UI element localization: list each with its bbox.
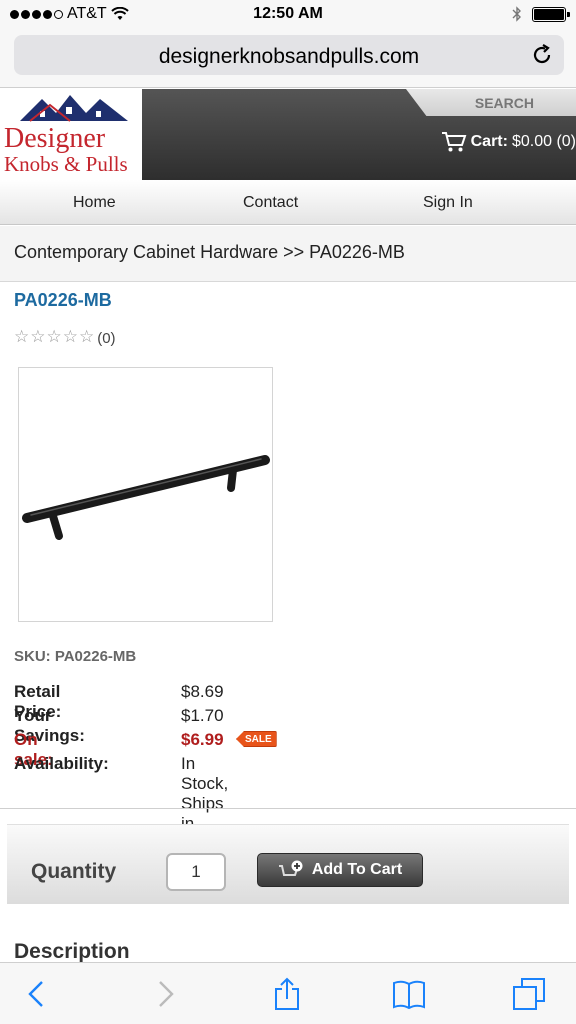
cart-label: Cart:: [470, 133, 508, 150]
nav-item-home[interactable]: Home: [73, 194, 116, 212]
nav-item-contact[interactable]: Contact: [243, 194, 298, 212]
reload-icon[interactable]: [530, 43, 554, 67]
product-rating[interactable]: ☆☆☆☆☆ (0): [14, 326, 116, 348]
battery-icon: [532, 6, 570, 22]
bar-pull-image: [22, 455, 270, 540]
cart-link[interactable]: Cart: $0.00 (0): [441, 131, 576, 153]
status-bar: AT&T 12:50 AM: [0, 0, 576, 30]
cart-value: $0.00 (0): [511, 133, 576, 150]
share-icon[interactable]: [270, 977, 304, 1011]
nav-item-sign-in[interactable]: Sign In: [423, 194, 473, 212]
browser-toolbar: [0, 962, 576, 1024]
rating-stars-icon: ☆☆☆☆☆: [14, 326, 96, 346]
logo-text-designer: Designer: [4, 123, 106, 154]
bookmarks-icon[interactable]: [392, 977, 426, 1011]
main-nav: Home Contact Sign In: [0, 180, 576, 225]
cart-icon: [441, 132, 466, 152]
sku-line: SKU: PA0226-MB: [14, 648, 137, 665]
forward-icon[interactable]: [148, 977, 182, 1011]
back-icon[interactable]: [20, 977, 54, 1011]
breadcrumb[interactable]: Contemporary Cabinet Hardware >> PA0226-…: [0, 226, 576, 282]
product-title: PA0226-MB: [14, 290, 112, 310]
houses-logo-icon: [20, 95, 128, 122]
url-text: designerknobsandpulls.com: [158, 45, 420, 68]
logo-text-knobs-pulls: Knobs & Pulls: [4, 152, 128, 176]
add-to-cart-button[interactable]: Add To Cart: [257, 853, 423, 887]
divider: [0, 808, 576, 809]
retail-price-value: $8.69: [181, 682, 224, 701]
search-label: SEARCH: [474, 95, 534, 111]
savings-value: $1.70: [181, 706, 224, 725]
search-tab[interactable]: SEARCH: [406, 89, 576, 116]
quantity-input[interactable]: [166, 853, 226, 891]
bluetooth-icon: [512, 6, 521, 22]
browser-address-area: designerknobsandpulls.com: [0, 30, 576, 88]
quantity-label: Quantity: [31, 860, 117, 883]
site-header: SEARCH Designer Knobs & Pulls Cart: $0.0…: [0, 89, 576, 180]
add-to-cart-label: Add To Cart: [311, 861, 403, 878]
site-logo[interactable]: Designer Knobs & Pulls: [0, 89, 142, 180]
rating-count: (0): [97, 330, 116, 347]
tabs-icon[interactable]: [512, 977, 546, 1011]
availability-label: Availability:: [14, 754, 109, 773]
product-image[interactable]: [18, 367, 273, 622]
clock: 12:50 AM: [253, 5, 323, 22]
sale-price-value: $6.99: [181, 730, 224, 749]
description-heading: Description: [14, 940, 130, 963]
purchase-panel: Quantity Add To Cart: [7, 824, 569, 904]
add-to-cart-icon: [278, 860, 303, 876]
sale-badge: SALE: [236, 731, 277, 747]
address-bar[interactable]: designerknobsandpulls.com: [14, 35, 564, 75]
